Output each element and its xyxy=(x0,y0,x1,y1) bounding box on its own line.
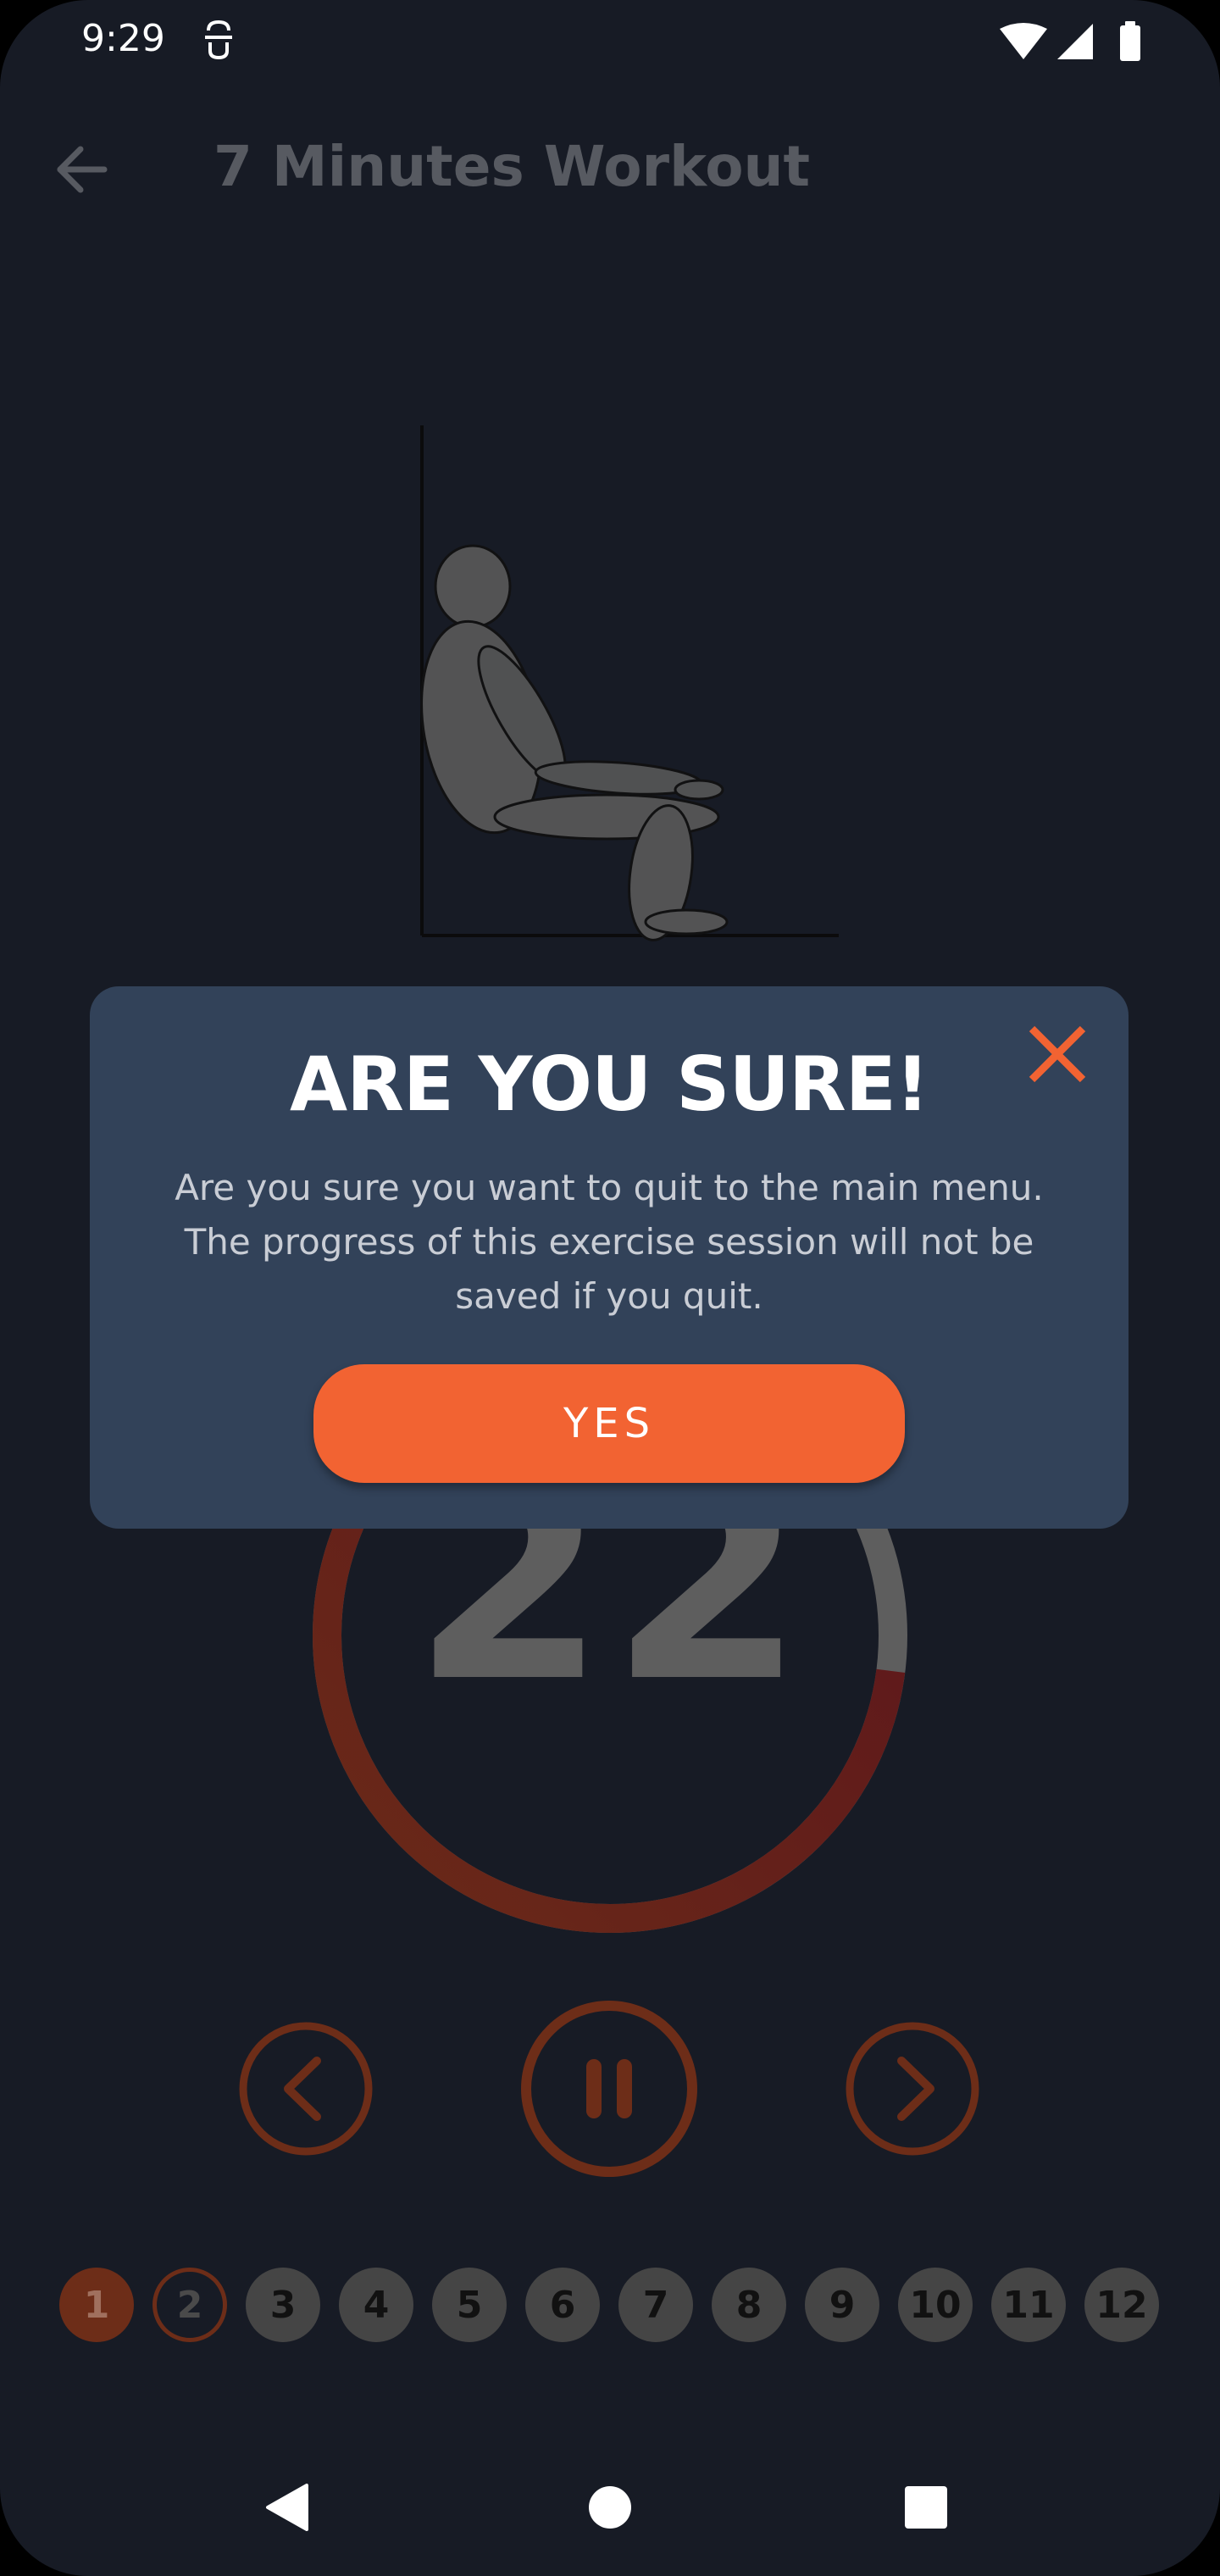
nav-back-button[interactable] xyxy=(258,2478,318,2537)
nav-recents-icon xyxy=(905,2486,947,2529)
chevron-right-circle-icon xyxy=(846,2022,979,2156)
nav-recents-button[interactable] xyxy=(896,2478,956,2537)
step-indicator-6: 6 xyxy=(525,2268,600,2342)
step-indicator-11: 11 xyxy=(991,2268,1066,2342)
step-indicator-5: 5 xyxy=(432,2268,507,2342)
step-indicator-1: 1 xyxy=(59,2268,134,2342)
step-indicator-4: 4 xyxy=(339,2268,413,2342)
phone-screen: 9:29 7 Minutes Workout 22 1 2 3 4 5 6 7 … xyxy=(0,0,1220,2576)
signal-icon xyxy=(1057,24,1093,59)
app-bar: 7 Minutes Workout xyxy=(0,119,1220,220)
pause-circle-icon xyxy=(521,2001,697,2177)
step-indicator-2: 2 xyxy=(152,2268,227,2342)
chevron-left-circle-icon xyxy=(239,2022,373,2156)
status-time: 9:29 xyxy=(81,17,165,60)
step-indicator-10: 10 xyxy=(898,2268,973,2342)
step-indicator-8: 8 xyxy=(712,2268,786,2342)
step-indicator-12: 12 xyxy=(1084,2268,1159,2342)
arrow-left-icon xyxy=(57,146,108,193)
dialog-title: ARE YOU SURE! xyxy=(290,1041,929,1128)
exercise-step-indicators: 1 2 3 4 5 6 7 8 9 10 11 12 xyxy=(59,2268,1161,2344)
wifi-icon xyxy=(1000,23,1047,59)
battery-icon xyxy=(1120,21,1140,61)
previous-exercise-button[interactable] xyxy=(237,2020,374,2157)
step-indicator-9: 9 xyxy=(805,2268,879,2342)
app-notification-icon xyxy=(205,19,232,60)
exercise-illustration xyxy=(420,425,839,941)
quit-confirmation-dialog: ARE YOU SURE! Are you sure you want to q… xyxy=(90,986,1128,1529)
page-title: 7 Minutes Workout xyxy=(214,134,811,199)
system-navigation-bar xyxy=(0,2457,1220,2551)
pause-button[interactable] xyxy=(518,1998,700,2179)
next-exercise-button[interactable] xyxy=(844,2020,981,2157)
back-button[interactable] xyxy=(47,136,115,203)
nav-home-button[interactable] xyxy=(580,2478,640,2537)
yes-button[interactable]: YES xyxy=(313,1364,905,1483)
status-icons xyxy=(1000,21,1140,61)
step-indicator-7: 7 xyxy=(618,2268,693,2342)
step-indicator-3: 3 xyxy=(246,2268,320,2342)
nav-home-icon xyxy=(589,2486,631,2529)
status-bar: 9:29 xyxy=(0,0,1220,85)
dialog-message: Are you sure you want to quit to the mai… xyxy=(175,1167,1044,1317)
nav-back-icon xyxy=(266,2484,308,2531)
